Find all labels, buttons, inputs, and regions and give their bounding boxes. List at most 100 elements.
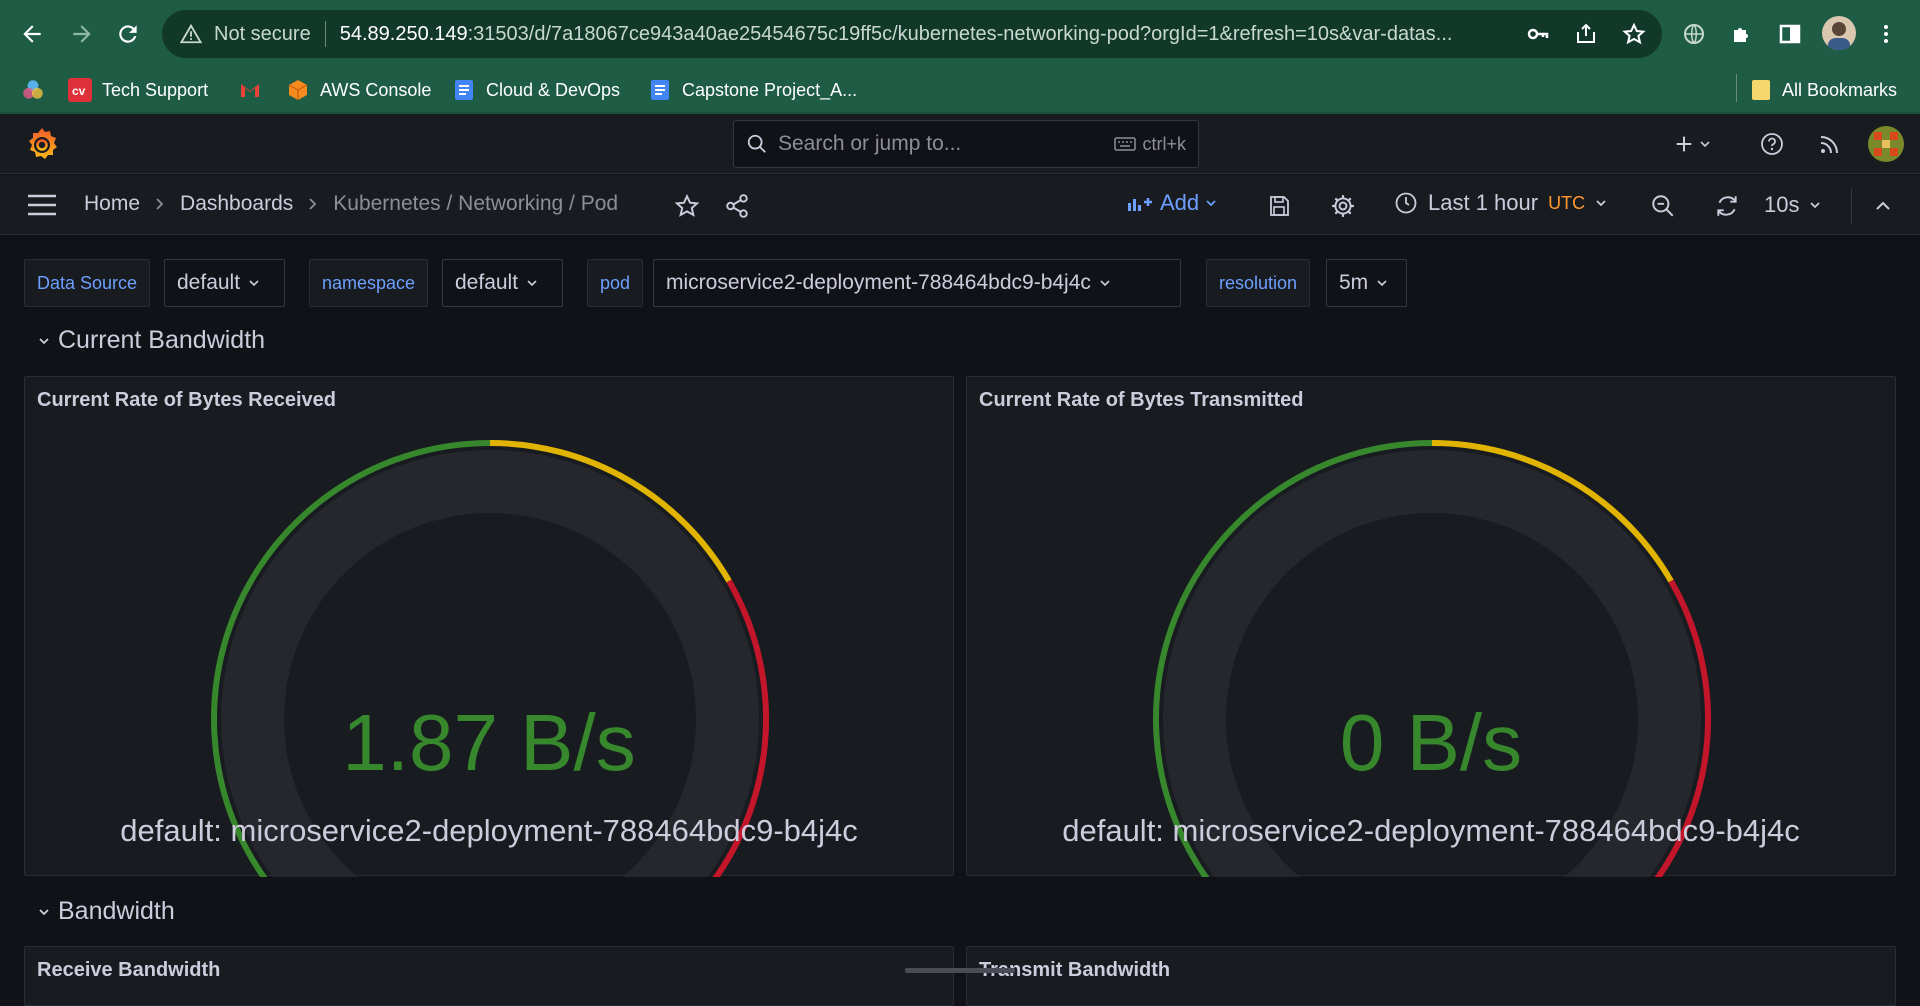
chevron-down-icon — [249, 280, 259, 287]
star-outline-icon — [1622, 22, 1646, 45]
extensions-button[interactable] — [1722, 14, 1762, 54]
add-label: Add — [1160, 190, 1200, 215]
plus-icon — [1676, 136, 1692, 152]
grafana-logo[interactable] — [22, 124, 62, 164]
chevron-up-icon — [1876, 201, 1890, 210]
panel-title[interactable]: Receive Bandwidth — [37, 959, 220, 982]
bookmark-aws-console[interactable]: AWS Console — [286, 72, 431, 108]
rss-icon — [1820, 136, 1838, 154]
row-bandwidth[interactable]: Bandwidth — [38, 897, 175, 926]
address-bar[interactable]: Not secure 54.89.250.149 :31503/d/7a1806… — [162, 10, 1662, 58]
chevron-right-icon — [309, 198, 317, 210]
forward-button[interactable] — [62, 14, 102, 54]
row-title: Bandwidth — [58, 897, 175, 925]
var-label-datasource: Data Source — [24, 259, 151, 307]
dashboard-settings-button[interactable] — [1326, 189, 1360, 223]
refresh-button[interactable] — [1710, 189, 1744, 223]
var-select-pod[interactable]: microservice2-deployment-788464bdc9-b4j4… — [653, 259, 1181, 307]
side-panel-icon — [1779, 24, 1801, 44]
zoom-out-icon — [1652, 195, 1674, 217]
security-label: Not secure — [214, 22, 311, 45]
share-dashboard-button[interactable] — [720, 189, 754, 223]
search-icon — [747, 134, 766, 153]
mark-favorite-button[interactable] — [670, 189, 704, 223]
browser-menu-button[interactable] — [1866, 14, 1906, 54]
resize-handle[interactable] — [905, 968, 1015, 973]
var-label-namespace: namespace — [309, 259, 429, 307]
var-select-namespace[interactable]: default — [442, 259, 563, 307]
search-bar[interactable]: Search or jump to... ctrl+k — [733, 120, 1199, 168]
save-dashboard-button[interactable] — [1262, 189, 1296, 223]
arrow-left-icon — [23, 25, 41, 43]
var-label-resolution: resolution — [1206, 259, 1311, 307]
bookmark-label: Cloud & DevOps — [486, 79, 621, 100]
folder-icon — [1752, 80, 1770, 100]
chevron-down-icon — [1377, 280, 1387, 287]
globe-icon — [1684, 24, 1704, 44]
bookmark-capstone[interactable]: Capstone Project_A... — [648, 72, 857, 108]
url-host: 54.89.250.149 — [339, 22, 468, 45]
omnibox-divider — [324, 21, 326, 47]
var-select-resolution[interactable]: 5m — [1326, 259, 1407, 307]
var-value: default — [177, 271, 241, 294]
bookmark-gmail[interactable] — [238, 72, 262, 108]
panel-bytes-received: Current Rate of Bytes Received 1.87 B/s … — [24, 376, 954, 877]
avatar-icon — [1828, 22, 1850, 50]
add-panel-button[interactable]: Add — [1126, 190, 1217, 216]
row-current-bandwidth[interactable]: Current Bandwidth — [38, 326, 265, 355]
toolbar-divider — [1851, 188, 1852, 224]
breadcrumb-dashboards[interactable]: Dashboards — [180, 192, 293, 216]
refresh-interval-label: 10s — [1764, 192, 1800, 217]
collapse-toolbar-button[interactable] — [1866, 189, 1900, 223]
gauge-series-label: default: microservice2-deployment-788464… — [1062, 813, 1800, 848]
more-vertical-icon — [1884, 25, 1888, 43]
docs-icon — [455, 80, 473, 100]
panel-receive-bandwidth: Receive Bandwidth — [24, 946, 954, 1006]
apps-shortcut[interactable] — [20, 72, 46, 108]
refresh-interval-picker[interactable]: 10s — [1764, 192, 1821, 218]
url-path: :31503/d/7a18067ce943a40ae25454675c19ff5… — [467, 22, 1453, 45]
bookmark-cloud-devops[interactable]: Cloud & DevOps — [452, 72, 620, 108]
chevron-right-icon — [156, 198, 164, 210]
chevron-down-icon — [1206, 200, 1216, 207]
var-value: default — [455, 271, 519, 294]
news-button[interactable] — [1814, 128, 1846, 160]
gmail-icon — [241, 84, 259, 97]
search-placeholder: Search or jump to... — [778, 132, 962, 155]
reload-button[interactable] — [108, 14, 148, 54]
chevron-down-icon — [527, 280, 537, 287]
bookmark-star-button[interactable] — [1614, 14, 1654, 54]
aws-cube-icon — [288, 80, 308, 100]
share-page-button[interactable] — [1566, 14, 1606, 54]
user-avatar[interactable] — [1868, 126, 1904, 162]
back-button[interactable] — [12, 14, 52, 54]
panel-bytes-transmitted: Current Rate of Bytes Transmitted 0 B/s … — [966, 376, 1896, 877]
reload-icon — [119, 25, 137, 43]
side-panel-button[interactable] — [1770, 14, 1810, 54]
help-icon — [1761, 133, 1783, 155]
tech-support-favicon-icon: cv — [68, 78, 92, 102]
extension-globe-button[interactable] — [1674, 14, 1714, 54]
bookmarks-divider — [1736, 74, 1737, 102]
help-button[interactable] — [1756, 128, 1788, 160]
zoom-out-button[interactable] — [1646, 189, 1680, 223]
menu-toggle-button[interactable] — [22, 188, 62, 222]
refresh-icon — [1717, 196, 1737, 216]
all-bookmarks-folder[interactable]: All Bookmarks — [1750, 72, 1897, 108]
chevron-down-icon — [1100, 280, 1110, 287]
puzzle-icon — [1734, 28, 1748, 42]
password-key-button[interactable] — [1518, 14, 1558, 54]
share-icon — [1577, 23, 1595, 43]
gauge-received — [211, 440, 769, 877]
breadcrumb-home[interactable]: Home — [84, 192, 140, 216]
var-select-datasource[interactable]: default — [164, 259, 285, 307]
gauge-transmitted — [1153, 440, 1711, 877]
time-picker[interactable]: Last 1 hour UTC — [1394, 190, 1607, 216]
profile-avatar[interactable] — [1822, 16, 1856, 50]
grafana-logo-icon — [29, 128, 57, 159]
bookmark-tech-support[interactable]: cv Tech Support — [68, 72, 208, 108]
new-menu-button[interactable] — [1668, 128, 1716, 160]
bookmark-label: AWS Console — [320, 79, 432, 100]
gauge-series-label: default: microservice2-deployment-788464… — [120, 813, 858, 848]
gauge-value: 0 B/s — [1339, 698, 1523, 787]
